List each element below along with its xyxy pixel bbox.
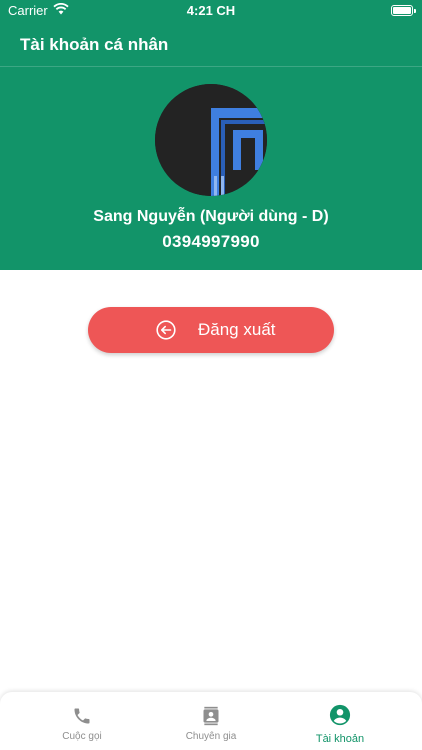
account-screen: Carrier 4:21 CH Tài khoản cá nhân Sang N… — [0, 0, 422, 750]
phone-icon — [74, 708, 90, 724]
account-circle-icon — [329, 704, 351, 726]
user-name: Sang Nguyễn (Người dùng - D) — [93, 208, 329, 225]
header-divider — [0, 66, 422, 67]
profile-header: Carrier 4:21 CH Tài khoản cá nhân Sang N… — [0, 0, 422, 270]
tab-experts[interactable]: Chuyên gia — [146, 692, 276, 750]
bottom-tab-bar: Cuộc gọi Chuyên gia Tài khoản — [0, 692, 422, 750]
user-phone: 0394997990 — [162, 232, 260, 251]
tab-experts-label: Chuyên gia — [185, 731, 237, 742]
logout-button[interactable]: Đăng xuất — [88, 307, 334, 353]
battery-icon — [391, 5, 416, 16]
status-time: 4:21 CH — [186, 3, 236, 18]
avatar — [155, 84, 267, 196]
tab-calls-label: Cuộc gọi — [62, 731, 102, 742]
tab-account-label: Tài khoản — [315, 733, 365, 745]
status-bar: Carrier 4:21 CH — [0, 0, 422, 22]
tab-account[interactable]: Tài khoản — [275, 692, 405, 750]
page-title: Tài khoản cá nhân — [20, 35, 169, 54]
arrow-left-circle-icon — [156, 320, 176, 340]
contacts-icon — [203, 706, 219, 726]
tab-calls[interactable]: Cuộc gọi — [17, 692, 147, 750]
logout-label: Đăng xuất — [198, 320, 276, 339]
